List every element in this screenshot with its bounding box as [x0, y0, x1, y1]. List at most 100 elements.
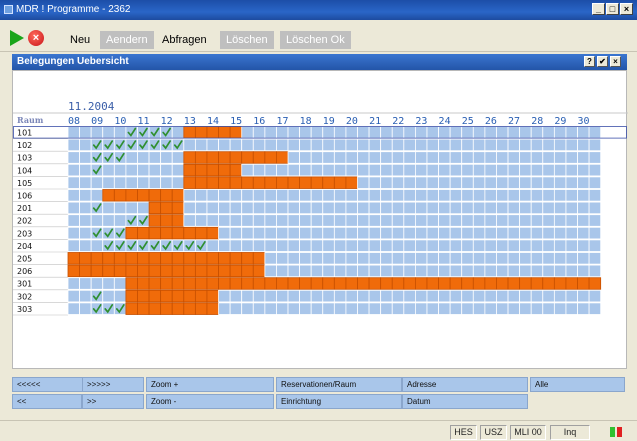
free-slot[interactable]	[380, 252, 393, 265]
free-slot[interactable]	[287, 189, 300, 202]
booked-slot[interactable]	[229, 264, 243, 278]
free-slot[interactable]	[345, 302, 358, 315]
free-slot[interactable]	[519, 264, 532, 278]
free-slot[interactable]	[333, 226, 347, 240]
booked-slot[interactable]	[229, 277, 243, 290]
free-slot[interactable]	[507, 138, 521, 152]
booked-slot[interactable]	[171, 189, 185, 202]
free-slot[interactable]	[299, 252, 312, 265]
free-slot[interactable]	[426, 163, 439, 177]
free-slot[interactable]	[137, 151, 150, 164]
booked-slot[interactable]	[125, 252, 138, 265]
free-slot[interactable]	[496, 151, 509, 164]
cancel-icon[interactable]: ×	[28, 30, 44, 46]
booked-slot[interactable]	[299, 176, 312, 189]
free-slot[interactable]	[322, 201, 335, 215]
free-slot[interactable]	[252, 226, 266, 240]
free-slot[interactable]	[218, 201, 231, 215]
free-slot[interactable]	[530, 189, 544, 202]
free-slot[interactable]	[496, 126, 509, 139]
free-slot[interactable]	[299, 163, 312, 177]
booked-slot[interactable]	[403, 277, 416, 290]
free-slot[interactable]	[368, 226, 382, 240]
free-slot[interactable]	[368, 151, 382, 164]
free-slot[interactable]	[403, 226, 416, 240]
free-slot[interactable]	[148, 163, 162, 177]
free-slot[interactable]	[403, 302, 416, 315]
free-slot[interactable]	[553, 214, 567, 227]
free-slot[interactable]	[299, 189, 312, 202]
free-slot[interactable]	[310, 239, 324, 252]
free-slot[interactable]	[345, 201, 358, 215]
free-slot[interactable]	[414, 289, 428, 303]
free-slot[interactable]	[530, 126, 544, 139]
free-slot[interactable]	[414, 226, 428, 240]
booked-slot[interactable]	[218, 252, 231, 265]
free-slot[interactable]	[507, 126, 521, 139]
free-slot[interactable]	[276, 252, 289, 265]
free-slot[interactable]	[368, 302, 382, 315]
booked-slot[interactable]	[206, 151, 219, 164]
free-slot[interactable]	[276, 239, 289, 252]
free-slot[interactable]	[426, 214, 439, 227]
free-slot[interactable]	[287, 201, 300, 215]
free-slot[interactable]	[333, 151, 347, 164]
booked-slot[interactable]	[218, 151, 231, 164]
free-slot[interactable]	[565, 226, 578, 240]
free-slot[interactable]	[391, 214, 405, 227]
booked-slot[interactable]	[148, 302, 162, 315]
free-slot[interactable]	[345, 126, 358, 139]
booked-slot[interactable]	[229, 163, 243, 177]
booked-slot[interactable]	[310, 176, 324, 189]
free-slot[interactable]	[322, 189, 335, 202]
free-slot[interactable]	[345, 163, 358, 177]
booked-slot[interactable]	[148, 289, 162, 303]
free-slot[interactable]	[264, 289, 277, 303]
free-slot[interactable]	[276, 214, 289, 227]
free-slot[interactable]	[322, 239, 335, 252]
free-slot[interactable]	[414, 252, 428, 265]
free-slot[interactable]	[79, 138, 92, 152]
free-slot[interactable]	[472, 126, 486, 139]
free-slot[interactable]	[322, 126, 335, 139]
booked-slot[interactable]	[194, 126, 208, 139]
free-slot[interactable]	[380, 239, 393, 252]
free-slot[interactable]	[218, 289, 231, 303]
free-slot[interactable]	[542, 264, 555, 278]
booked-slot[interactable]	[252, 277, 266, 290]
free-slot[interactable]	[426, 264, 439, 278]
free-slot[interactable]	[264, 163, 277, 177]
free-slot[interactable]	[484, 289, 497, 303]
free-slot[interactable]	[484, 176, 497, 189]
free-slot[interactable]	[229, 239, 243, 252]
free-slot[interactable]	[67, 201, 80, 215]
booked-slot[interactable]	[160, 201, 173, 215]
free-slot[interactable]	[496, 138, 509, 152]
booked-slot[interactable]	[183, 302, 196, 315]
free-slot[interactable]	[229, 189, 243, 202]
booked-slot[interactable]	[183, 289, 196, 303]
booked-slot[interactable]	[125, 289, 138, 303]
free-slot[interactable]	[496, 201, 509, 215]
free-slot[interactable]	[472, 151, 486, 164]
free-slot[interactable]	[519, 176, 532, 189]
free-slot[interactable]	[218, 239, 231, 252]
free-slot[interactable]	[403, 239, 416, 252]
free-slot[interactable]	[461, 302, 474, 315]
booked-slot[interactable]	[252, 176, 266, 189]
free-slot[interactable]	[345, 214, 358, 227]
free-slot[interactable]	[461, 138, 474, 152]
free-slot[interactable]	[403, 214, 416, 227]
free-slot[interactable]	[102, 126, 115, 139]
page-forward-button[interactable]: >>>>>	[82, 377, 144, 392]
free-slot[interactable]	[333, 302, 347, 315]
free-slot[interactable]	[519, 226, 532, 240]
booked-slot[interactable]	[171, 289, 185, 303]
free-slot[interactable]	[588, 151, 602, 164]
free-slot[interactable]	[507, 289, 521, 303]
free-slot[interactable]	[102, 201, 115, 215]
free-slot[interactable]	[264, 214, 277, 227]
free-slot[interactable]	[206, 138, 219, 152]
free-slot[interactable]	[391, 163, 405, 177]
booked-slot[interactable]	[252, 252, 266, 265]
